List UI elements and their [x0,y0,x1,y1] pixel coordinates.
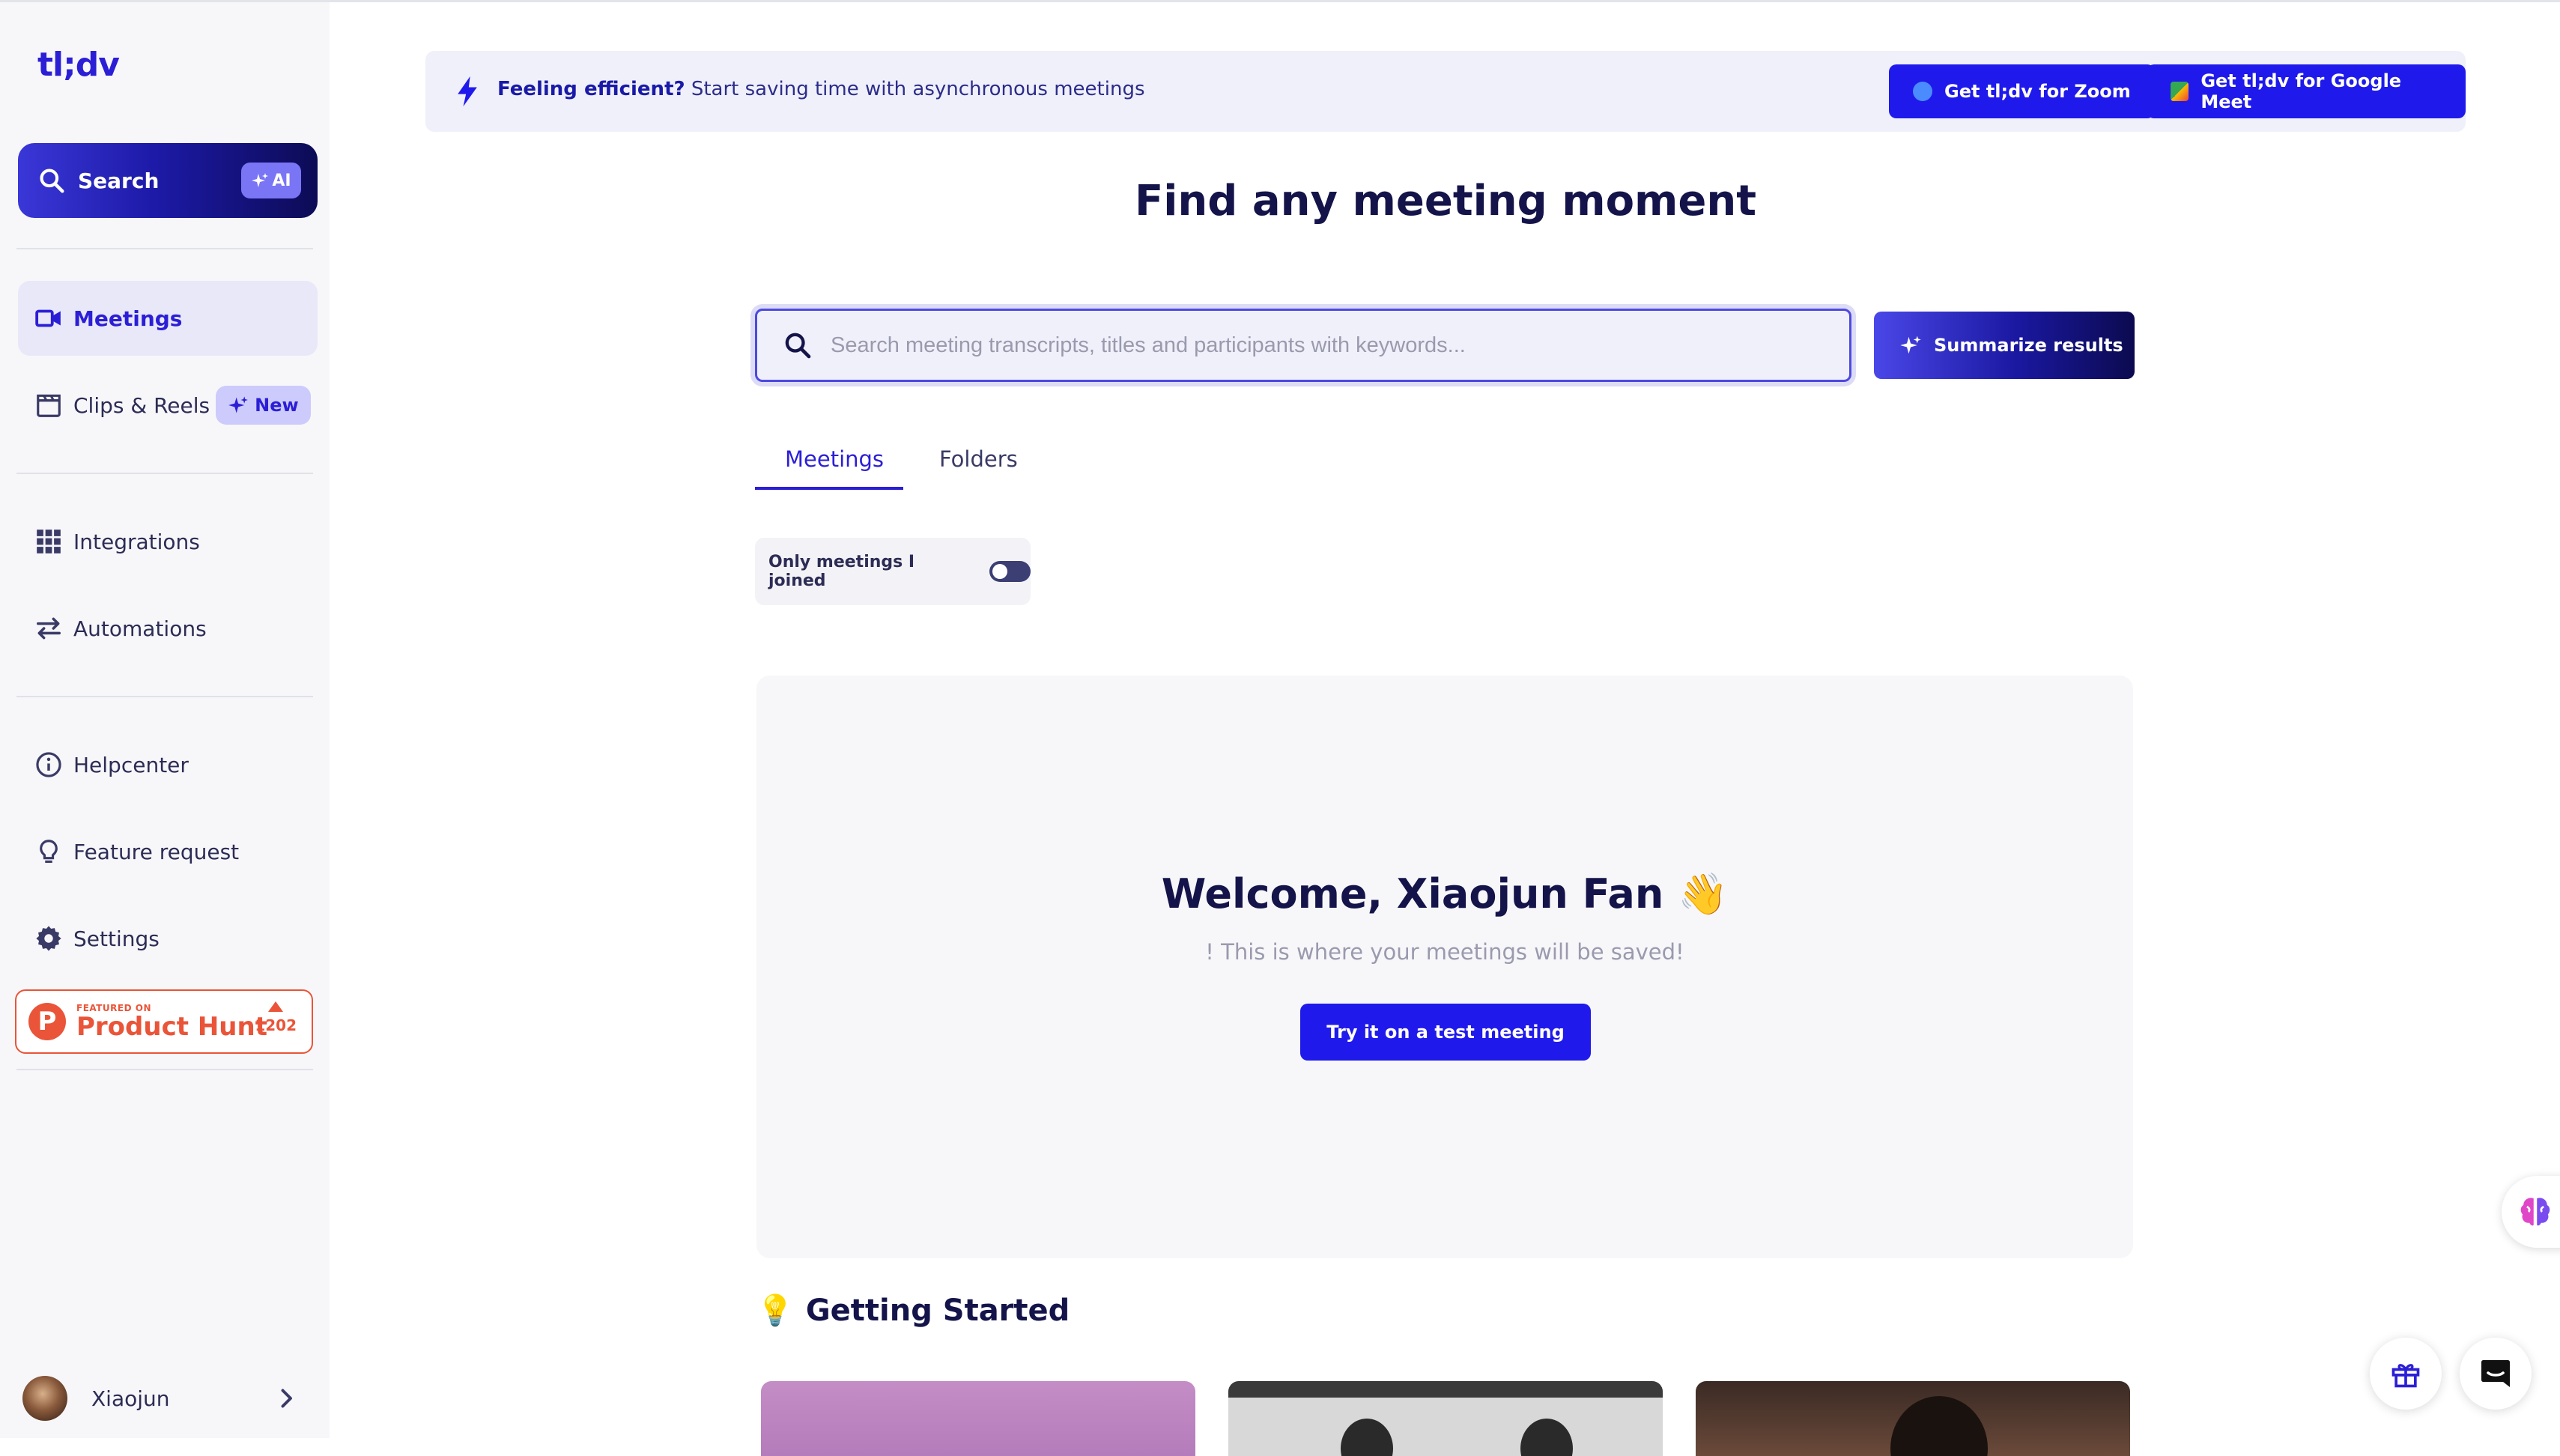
search-icon [785,333,811,359]
chat-icon [2481,1360,2510,1387]
clapperboard-icon [37,394,61,417]
person-silhouette [1341,1419,1393,1456]
sidebar-item-feature-request[interactable]: Feature request [18,814,318,889]
product-hunt-votes: 1202 [255,1001,297,1034]
sidebar-item-label: Feature request [73,839,240,864]
sidebar-item-label: Clips & Reels [73,392,210,418]
app-logo[interactable]: tl;dv [37,46,120,84]
new-badge-label: New [255,395,299,416]
video-window-bar [1228,1381,1663,1398]
sidebar-item-label: Settings [73,926,160,951]
person-silhouette [1520,1419,1573,1456]
get-google-meet-label: Get tl;dv for Google Meet [2200,70,2402,112]
lightning-bolt-icon [458,76,477,107]
getting-started-video-thumbnail[interactable] [1228,1381,1663,1456]
ai-assistant-button[interactable] [2502,1176,2560,1248]
gift-icon [2391,1364,2420,1388]
divider [16,1069,313,1070]
search-input[interactable] [829,332,1806,359]
toggle-label: Only meetings I joined [768,553,915,590]
divider [16,696,313,697]
sidebar-item-automations[interactable]: Automations [18,591,318,666]
sidebar-item-label: Meetings [73,306,183,331]
lightbulb-icon [40,840,58,864]
get-zoom-button[interactable]: Get tl;dv for Zoom [1889,64,2155,118]
getting-started-video-thumbnail[interactable] [1696,1381,2130,1456]
sparkle-icon [1900,336,1921,354]
page-title: Find any meeting moment [1134,177,1757,225]
banner-message: Start saving time with asynchronous meet… [691,78,1145,100]
sidebar-item-settings[interactable]: Settings [18,901,318,976]
brain-icon [2520,1198,2550,1226]
gift-button[interactable] [2370,1338,2442,1410]
summarize-results-label: Summarize results [1934,335,2123,356]
video-camera-icon [35,309,61,327]
getting-started-heading: 💡 Getting Started [756,1293,1070,1329]
active-tab-indicator [755,487,903,490]
summarize-results-button[interactable]: Summarize results [1874,312,2135,379]
sidebar-item-integrations[interactable]: Integrations [18,504,318,579]
divider [16,473,313,474]
getting-started-video-thumbnail[interactable] [761,1381,1195,1456]
upvote-arrow-icon [268,1001,284,1012]
chat-support-button[interactable] [2460,1338,2532,1410]
new-badge: New [216,386,311,425]
product-hunt-name: Product Hunt [76,1012,267,1042]
grid-icon [37,530,61,553]
sidebar-item-helpcenter[interactable]: Helpcenter [18,727,318,802]
product-hunt-badge[interactable]: P FEATURED ON Product Hunt 1202 [15,989,313,1054]
divider [16,248,313,249]
info-icon [36,752,61,777]
google-meet-icon [2171,82,2189,101]
zoom-icon [1913,82,1932,101]
get-zoom-label: Get tl;dv for Zoom [1944,81,2131,102]
person-silhouette [1890,1396,1988,1456]
user-menu[interactable]: Xiaojun [22,1376,307,1421]
banner-bold-text: Feeling efficient? [497,78,685,100]
gear-icon [36,926,61,951]
welcome-subtitle: ! This is where your meetings will be sa… [1205,939,1684,965]
avatar [22,1376,67,1421]
promo-banner: Feeling efficient? Start saving time wit… [425,51,2466,132]
tab-meetings[interactable]: Meetings [785,446,884,472]
user-name: Xiaojun [91,1386,170,1411]
sidebar-item-meetings[interactable]: Meetings [18,281,318,356]
product-hunt-logo-icon: P [28,1003,66,1040]
meeting-search-field[interactable] [755,309,1851,382]
only-my-meetings-toggle[interactable] [989,561,1031,582]
welcome-card: Welcome, Xiaojun Fan 👋 ! This is where y… [756,676,2133,1258]
product-hunt-vote-count: 1202 [255,1016,297,1034]
get-google-meet-button[interactable]: Get tl;dv for Google Meet [2147,64,2466,118]
chevron-right-icon [281,1389,292,1408]
sidebar-item-label: Helpcenter [73,752,189,777]
welcome-title: Welcome, Xiaojun Fan 👋 [1161,870,1729,917]
tab-folders[interactable]: Folders [939,446,1018,472]
arrows-exchange-icon [37,617,61,640]
only-my-meetings-filter: Only meetings I joined [755,538,1031,605]
sidebar-item-label: Automations [73,616,207,641]
try-test-meeting-button[interactable]: Try it on a test meeting [1300,1004,1591,1061]
getting-started-label: Getting Started [805,1293,1070,1328]
sidebar-item-clips-reels[interactable]: Clips & Reels New [18,368,318,443]
lightbulb-icon: 💡 [756,1293,794,1328]
banner-text: Feeling efficient? Start saving time wit… [497,78,1145,100]
sparkle-icon [228,396,248,413]
sidebar-item-label: Integrations [73,529,200,554]
top-border [0,0,2560,2]
